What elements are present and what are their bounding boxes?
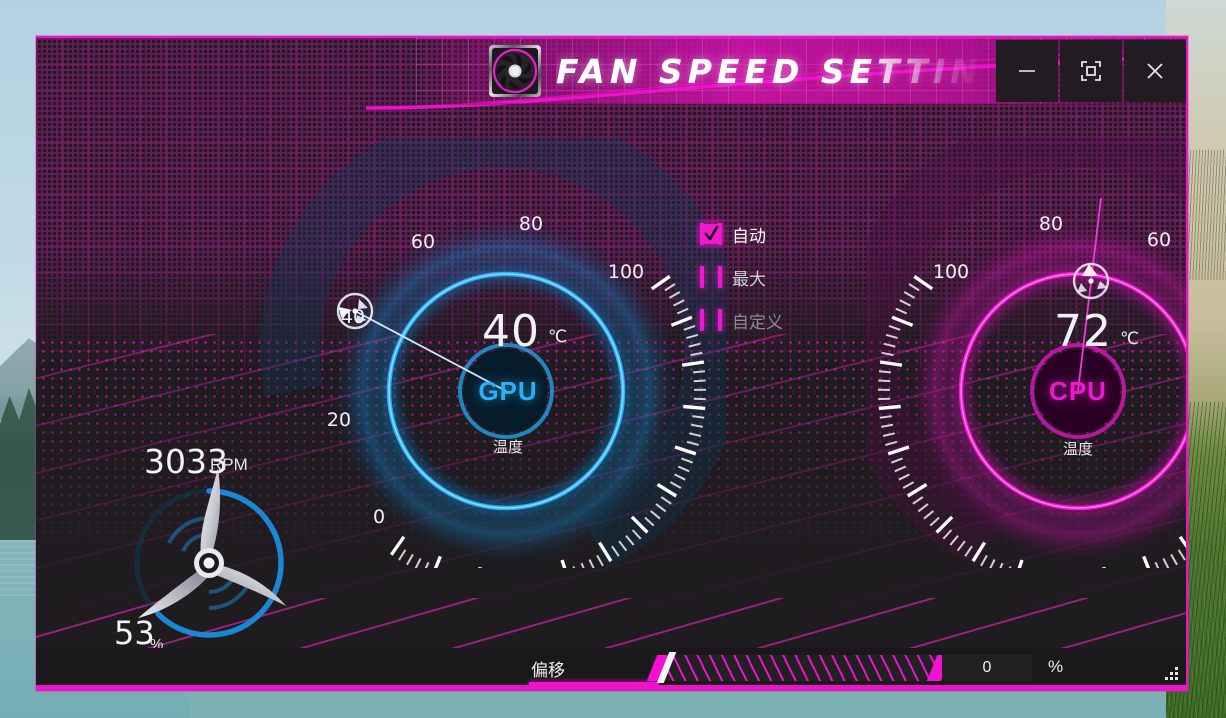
fan-speed-widget[interactable]: 3033 RPM 53 % 风扇转速 [106,438,336,683]
checkbox-max[interactable] [700,266,722,288]
window-controls [994,40,1186,102]
mode-option-custom[interactable]: 自定义 [700,306,783,334]
check-icon [704,225,719,241]
resize-grip[interactable] [1162,667,1178,681]
offset-slider[interactable] [646,652,952,683]
mode-label-custom: 自定义 [732,312,783,332]
offset-value-field[interactable]: 0 [942,655,1032,681]
fan-rpm-unit: RPM [210,455,248,474]
maximize-icon [1081,61,1101,81]
offset-bar: 偏移 0 % [36,648,1186,688]
cpu-unit: ℃ [1120,329,1140,348]
checkbox-custom[interactable] [700,309,722,331]
fan-speed-settings-window: FAN SPEED SETTIN 0 20 40 60 80 100 40 ℃ … [36,36,1188,691]
mode-option-max[interactable]: 最大 [700,263,783,291]
mode-option-auto[interactable]: 自动 [700,220,783,248]
fan-icon [489,45,541,97]
fan-percent-value: 53 [114,614,155,652]
fan-blades [138,468,286,618]
cpu-gauge[interactable]: 100 80 60 40 0 [866,138,1186,568]
gpu-tick-0: 0 [373,506,385,528]
title-bar: FAN SPEED SETTIN [36,38,1186,110]
cpu-sub-label: 温度 [1062,441,1093,458]
window-title: FAN SPEED SETTIN [556,52,983,91]
minimize-button[interactable] [996,40,1058,102]
cpu-tick-60: 60 [1147,229,1171,251]
gpu-value: 40 [482,306,540,357]
gpu-sub-label: 温度 [492,439,523,456]
offset-label: 偏移 [531,661,565,680]
mode-label-auto: 自动 [732,226,766,246]
offset-slider-hatch [660,655,936,681]
screen: FAN SPEED SETTIN 0 20 40 60 80 100 40 ℃ … [0,0,1226,718]
gpu-tick-20: 20 [327,409,351,431]
cpu-tick-80: 80 [1039,213,1063,235]
gpu-core-label: GPU [478,376,538,406]
gpu-tick-60: 60 [411,231,435,253]
close-button[interactable] [1124,40,1186,102]
cpu-gauge-svg: 100 80 60 40 0 [866,138,1186,568]
offset-unit: % [1048,657,1064,676]
gpu-tick-100: 100 [608,261,644,283]
checkbox-auto[interactable] [700,223,722,245]
offset-bar-accent-line [36,685,1186,688]
cpu-value: 72 [1054,306,1112,357]
cpu-core-label: CPU [1049,376,1107,406]
cpu-tick-100: 100 [933,261,969,283]
mode-label-max: 最大 [732,269,766,289]
minimize-icon [1019,70,1035,72]
gpu-tick-80: 80 [519,213,543,235]
mode-options: 自动 最大 自定义 [700,220,783,349]
maximize-button[interactable] [1060,40,1122,102]
gpu-unit: ℃ [548,327,568,346]
close-icon [1147,63,1163,79]
